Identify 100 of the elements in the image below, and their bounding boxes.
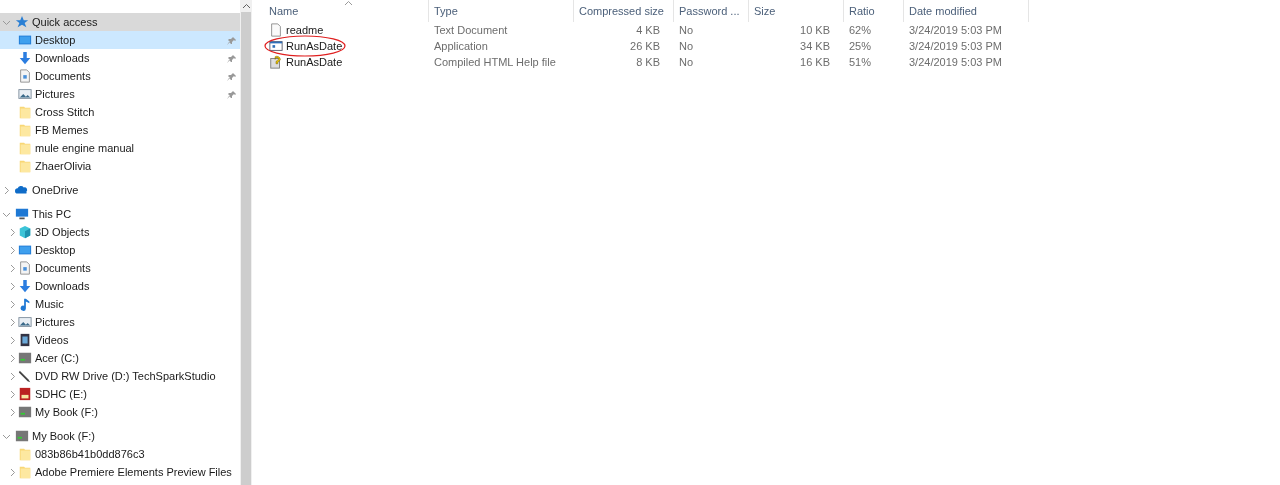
folder-icon (18, 141, 32, 155)
chevron-right-icon[interactable] (8, 371, 17, 381)
cloud-icon (15, 183, 29, 197)
document-icon (18, 69, 32, 83)
folder-icon (18, 123, 32, 137)
tree-item[interactable]: Documents (0, 259, 240, 277)
tree-item[interactable]: This PC (0, 205, 240, 223)
table-cell-text: 3/24/2019 5:03 PM (908, 39, 1003, 54)
film-icon (18, 333, 32, 347)
file-name-cell[interactable]: RunAsDate (264, 54, 429, 70)
down-arrow-icon (18, 51, 32, 65)
tree-item[interactable]: Cross Stitch (0, 103, 240, 121)
text-file-icon (269, 23, 283, 37)
scrollbar[interactable] (240, 0, 252, 485)
help-file-icon (269, 55, 283, 69)
table-cell-text: 34 KB (799, 39, 831, 54)
pin-icon[interactable] (227, 53, 236, 63)
column-header[interactable]: Password ... (674, 0, 749, 22)
table-cell-text: No (678, 23, 695, 38)
scroll-up-icon[interactable] (242, 3, 250, 9)
tree-item[interactable]: Documents (0, 67, 240, 85)
table-cell-text: 10 KB (799, 23, 831, 38)
folder-icon (18, 159, 32, 173)
column-header[interactable]: Date modified (904, 0, 1029, 22)
table-cell-text: 3/24/2019 5:03 PM (908, 23, 1003, 38)
column-header[interactable]: Compressed size (574, 0, 674, 22)
tree-item[interactable]: Pictures (0, 85, 240, 103)
column-header[interactable]: Size (749, 0, 844, 22)
table-cell-text: 3/24/2019 5:03 PM (908, 55, 1003, 70)
chevron-right-icon[interactable] (8, 317, 17, 327)
tree-item[interactable]: DVD RW Drive (D:) TechSparkStudio (0, 367, 240, 385)
tree-item[interactable]: OneDrive (0, 181, 240, 199)
table-cell-text: 16 KB (799, 55, 831, 70)
chevron-right-icon[interactable] (8, 227, 17, 237)
column-header[interactable]: Name (264, 0, 429, 22)
sort-caret-icon (344, 0, 353, 6)
file-name: RunAsDate (286, 40, 343, 52)
music-note-icon (18, 297, 32, 311)
tree-item[interactable]: 3D Objects (0, 223, 240, 241)
table-cell-text: No (678, 55, 695, 70)
folder-icon (18, 447, 32, 461)
table-cell-text: Text Document (433, 23, 509, 38)
chevron-right-icon[interactable] (8, 467, 17, 477)
pin-icon[interactable] (227, 71, 236, 81)
table-cell-text: No (678, 39, 695, 54)
tree-item[interactable]: Quick access (0, 13, 240, 31)
file-name-cell[interactable]: RunAsDate (264, 38, 429, 54)
table-cell-text: 26 KB (629, 39, 661, 54)
chevron-right-icon[interactable] (8, 281, 17, 291)
pin-icon[interactable] (227, 35, 236, 45)
drive-icon (18, 351, 32, 365)
file-name-cell[interactable]: readme (264, 22, 429, 38)
table-cell-text: Compiled HTML Help file (433, 55, 557, 70)
table-cell-text: 4 KB (635, 23, 661, 38)
folder-icon (18, 105, 32, 119)
tree-item[interactable]: 083b86b41b0dd876c3 (0, 445, 240, 463)
drive-icon (15, 429, 29, 443)
table-cell-text: 8 KB (635, 55, 661, 70)
drive-icon (18, 405, 32, 419)
monitor-icon (18, 33, 32, 47)
tree-item[interactable]: mule engine manual (0, 139, 240, 157)
tree-item[interactable]: Videos (0, 331, 240, 349)
tree-item[interactable]: Pictures (0, 313, 240, 331)
tree-item[interactable]: SDHC (E:) (0, 385, 240, 403)
chevron-right-icon[interactable] (8, 407, 17, 417)
tree-item[interactable]: My Book (F:) (0, 403, 240, 421)
tree-item[interactable]: Desktop (0, 241, 240, 259)
tree-item[interactable]: Acer (C:) (0, 349, 240, 367)
column-header[interactable]: Type (429, 0, 574, 22)
cube-icon (18, 225, 32, 239)
column-header[interactable]: Ratio (844, 0, 904, 22)
sd-card-icon (18, 387, 32, 401)
pin-icon[interactable] (227, 89, 236, 99)
chevron-right-icon[interactable] (2, 185, 11, 195)
application-icon (269, 39, 283, 53)
chevron-right-icon[interactable] (8, 299, 17, 309)
tree-item[interactable]: Downloads (0, 277, 240, 295)
star-icon (15, 15, 29, 29)
chevron-right-icon[interactable] (8, 353, 17, 363)
table-cell-text: 62% (848, 23, 873, 38)
down-arrow-icon (18, 279, 32, 293)
computer-icon (15, 207, 29, 221)
table-cell-text: 25% (848, 39, 873, 54)
file-name: RunAsDate (286, 56, 343, 68)
disc-drive-icon (18, 369, 32, 383)
file-name: readme (286, 24, 324, 36)
table-cell-text: 51% (848, 55, 873, 70)
table-cell-text: Application (433, 39, 489, 54)
tree-item[interactable]: Downloads (0, 49, 240, 67)
chevron-right-icon[interactable] (8, 263, 17, 273)
chevron-right-icon[interactable] (8, 389, 17, 399)
tree-item[interactable]: FB Memes (0, 121, 240, 139)
tree-item[interactable]: Music (0, 295, 240, 313)
tree-item[interactable]: My Book (F:) (0, 427, 240, 445)
chevron-right-icon[interactable] (8, 245, 17, 255)
chevron-right-icon[interactable] (8, 335, 17, 345)
picture-icon (18, 315, 32, 329)
tree-item[interactable]: Desktop (0, 31, 240, 49)
tree-item[interactable]: Adobe Premiere Elements Preview Files (0, 463, 240, 481)
tree-item[interactable]: ZhaerOlivia (0, 157, 240, 175)
